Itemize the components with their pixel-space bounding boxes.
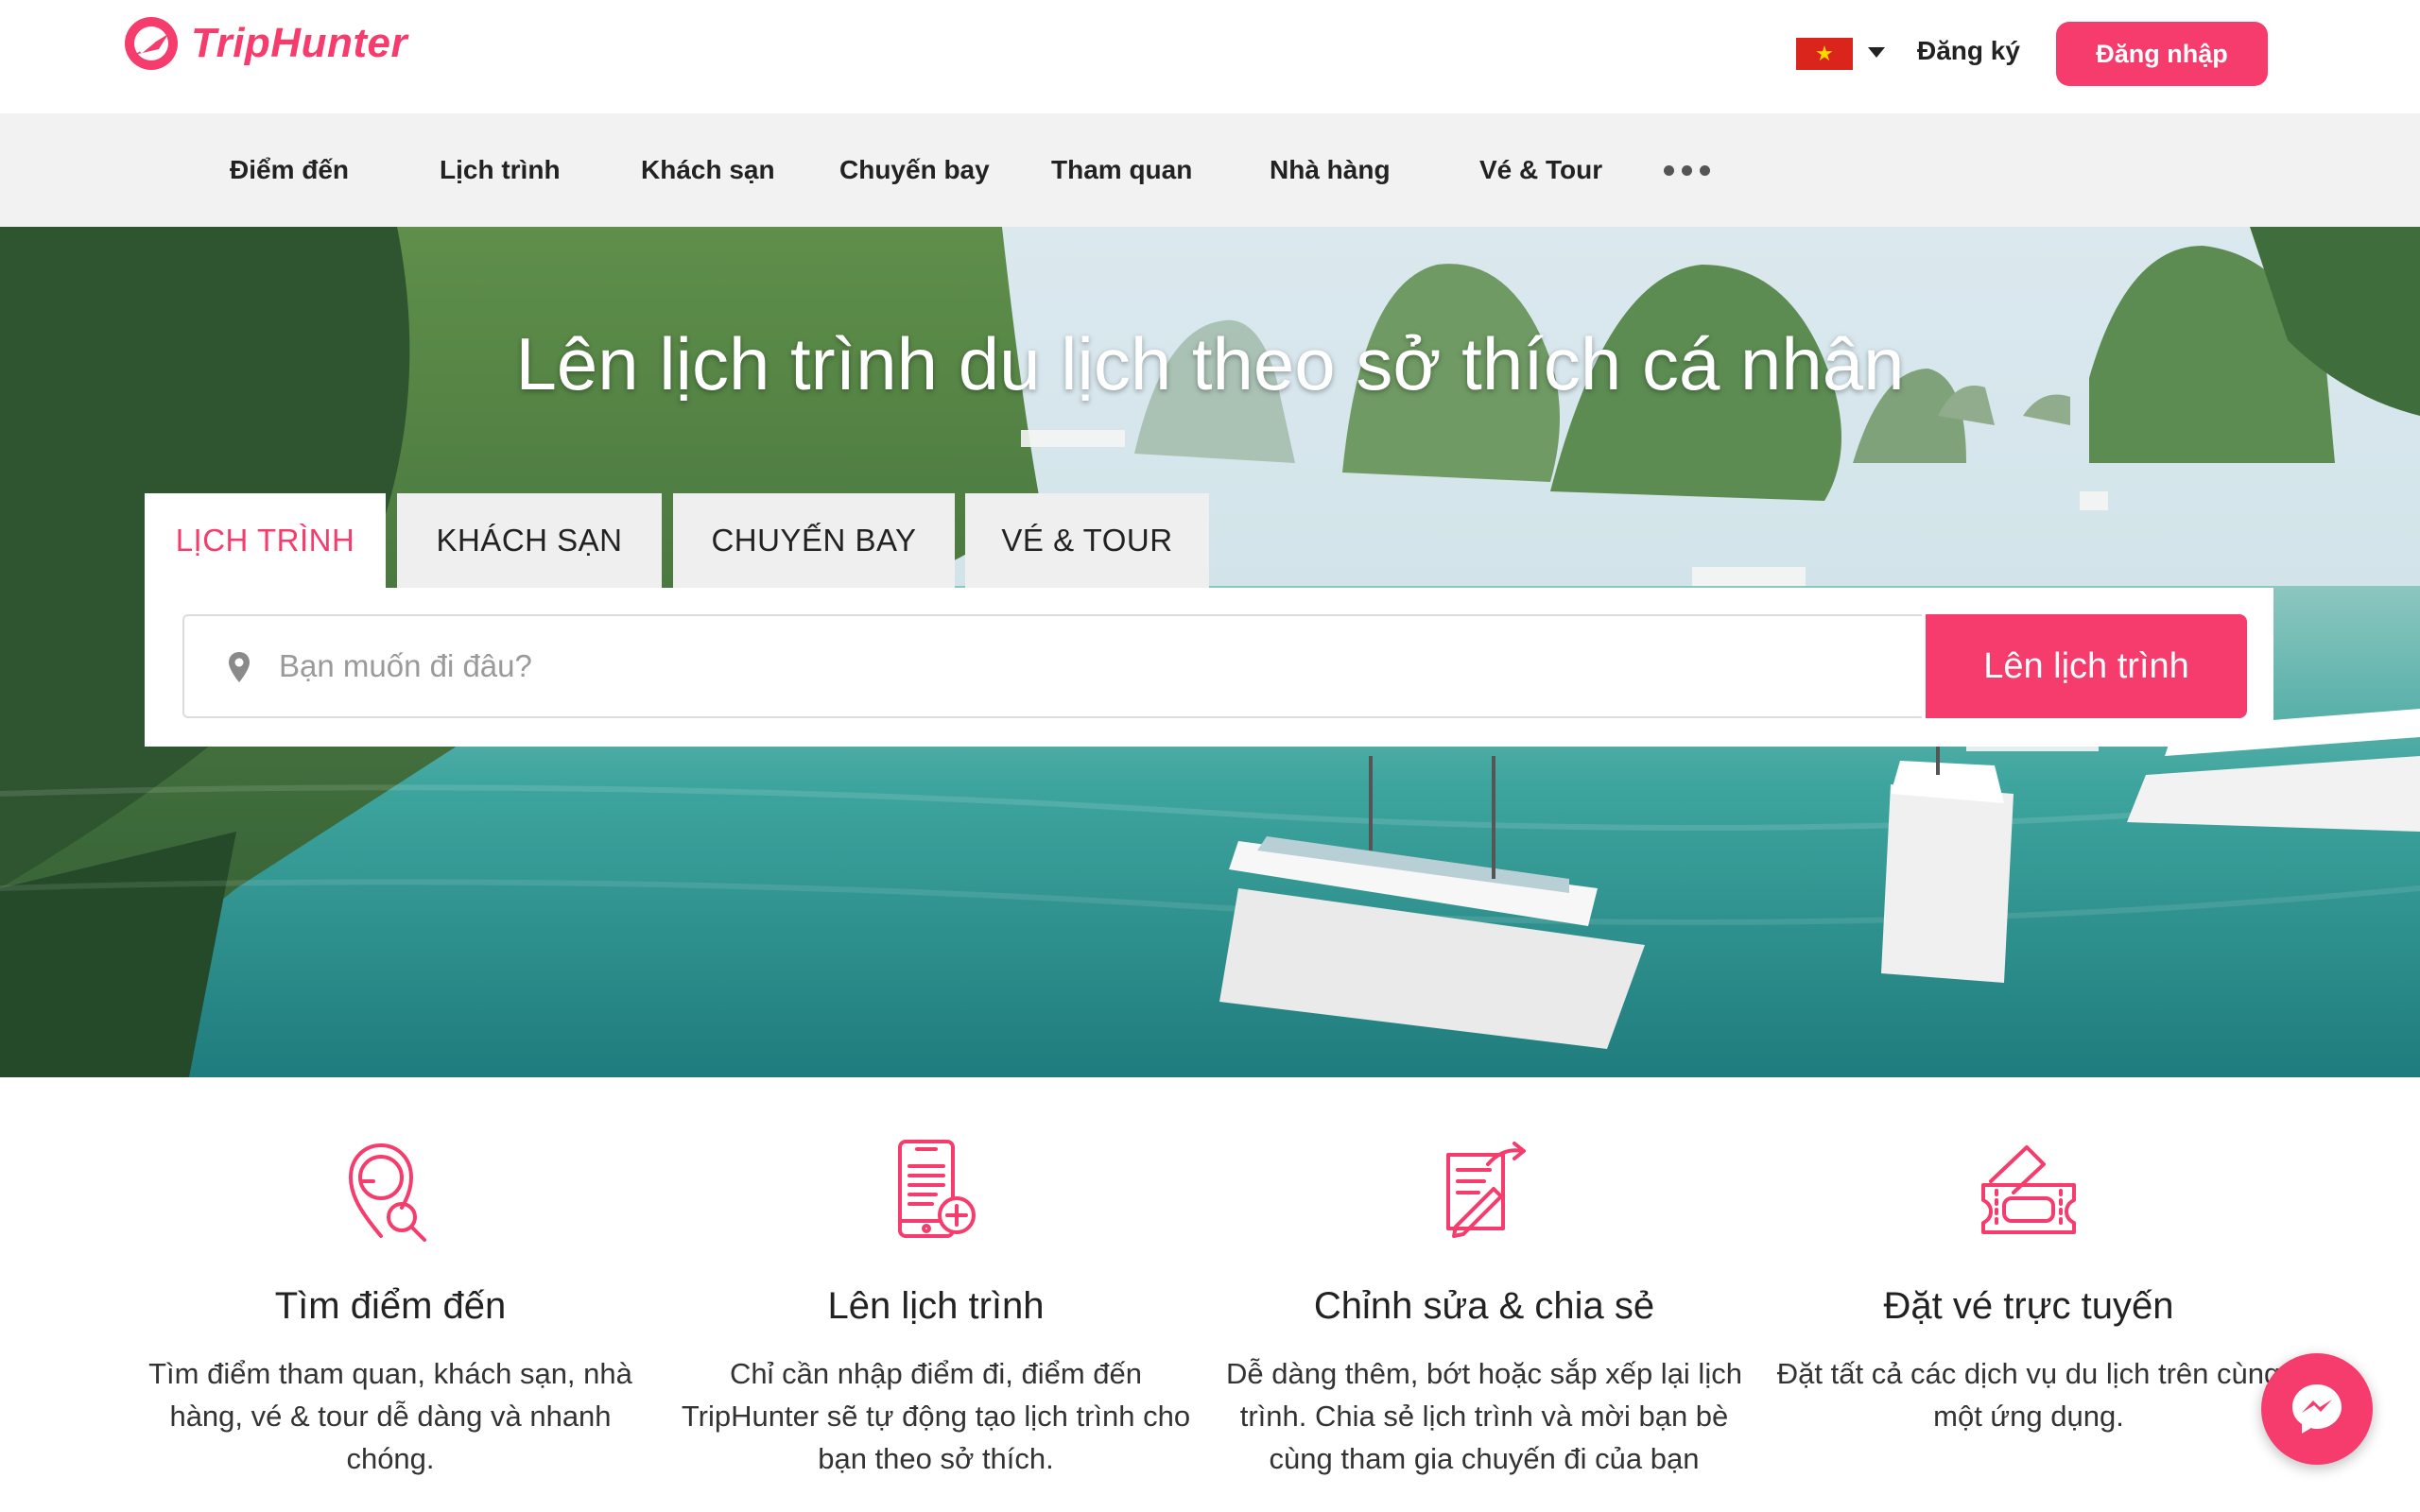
top-header: TripHunter ★ Đăng ký Đăng nhập (0, 0, 2420, 113)
triphunter-logo-icon (125, 17, 178, 70)
main-nav: Điểm đến Lịch trình Khách sạn Chuyến bay… (0, 113, 2420, 227)
messenger-chat-button[interactable] (2261, 1353, 2373, 1465)
destination-search-input[interactable] (279, 616, 1886, 716)
ticket-icon (1981, 1145, 2076, 1234)
tab-itinerary[interactable]: LỊCH TRÌNH (145, 493, 386, 588)
hero-banner: Lên lịch trình du lịch theo sở thích cá … (0, 227, 2420, 1077)
phone-plan-icon (898, 1140, 976, 1238)
nav-item-destinations[interactable]: Điểm đến (230, 113, 349, 227)
feature-title: Chỉnh sửa & chia sẻ (1313, 1285, 1655, 1327)
nav-item-tickets-tours[interactable]: Vé & Tour (1479, 113, 1602, 227)
feature-description: Dễ dàng thêm, bớt hoặc sắp xếp lại lịch … (1226, 1357, 1742, 1475)
tab-hotels[interactable]: KHÁCH SẠN (397, 493, 662, 588)
register-link[interactable]: Đăng ký (1917, 36, 2020, 66)
brand-name: TripHunter (191, 20, 408, 66)
chevron-down-icon[interactable] (1868, 47, 1885, 58)
create-itinerary-button[interactable]: Lên lịch trình (1926, 614, 2247, 718)
feature-book-online: Đặt vé trực tuyến Đặt tất cả các dịch vụ… (1764, 1134, 2293, 1437)
nav-item-itinerary[interactable]: Lịch trình (440, 113, 561, 227)
feature-title: Đặt vé trực tuyến (1883, 1285, 2174, 1327)
edit-share-icon (1446, 1142, 1526, 1238)
feature-description: Chỉ cần nhập điểm đi, điểm đến TripHunte… (681, 1357, 1191, 1475)
hero-title: Lên lịch trình du lịch theo sở thích cá … (515, 322, 1905, 405)
vietnam-flag-star-icon: ★ (1815, 42, 1834, 65)
login-button[interactable]: Đăng nhập (2056, 22, 2268, 86)
more-menu-ellipsis-icon[interactable] (1664, 165, 1710, 176)
feature-title: Lên lịch trình (827, 1285, 1045, 1327)
location-pin-icon (229, 652, 250, 682)
messenger-icon (2292, 1384, 2342, 1434)
search-field[interactable] (182, 614, 1922, 718)
feature-plan-itinerary: Lên lịch trình Chỉ cần nhập điểm đi, điể… (671, 1134, 1201, 1480)
tab-flights[interactable]: CHUYẾN BAY (673, 493, 955, 588)
feature-edit-share: Chỉnh sửa & chia sẻ Dễ dàng thêm, bớt ho… (1219, 1134, 1749, 1480)
nav-item-flights[interactable]: Chuyến bay (839, 113, 990, 227)
feature-description: Tìm điểm tham quan, khách sạn, nhà hàng,… (148, 1357, 632, 1475)
feature-description: Đặt tất cả các dịch vụ du lịch trên cùng… (1776, 1357, 2281, 1433)
nav-item-restaurants[interactable]: Nhà hàng (1270, 113, 1391, 227)
language-flag[interactable]: ★ (1796, 38, 1853, 70)
nav-item-attractions[interactable]: Tham quan (1051, 113, 1192, 227)
search-panel: Lên lịch trình (145, 588, 2273, 747)
location-search-icon (349, 1143, 426, 1242)
nav-item-hotels[interactable]: Khách sạn (641, 113, 775, 227)
feature-title: Tìm điểm đến (274, 1285, 507, 1327)
brand-logo[interactable]: TripHunter (121, 13, 407, 74)
feature-find-destination: Tìm điểm đến Tìm điểm tham quan, khách s… (126, 1134, 655, 1480)
tab-tickets-tours[interactable]: VÉ & TOUR (965, 493, 1209, 588)
